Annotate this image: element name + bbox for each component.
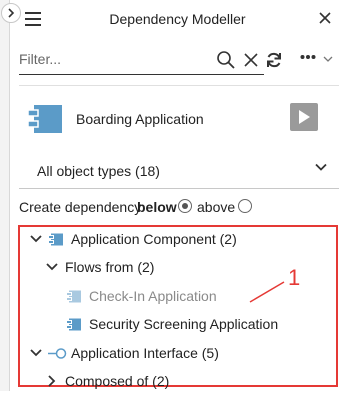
clear-icon[interactable] bbox=[243, 52, 259, 68]
chevron-down-icon[interactable] bbox=[30, 347, 42, 359]
tree-node-label: Security Screening Application bbox=[89, 316, 279, 332]
annotation-line bbox=[249, 281, 285, 303]
object-types-dropdown[interactable]: All object types (18) bbox=[19, 150, 339, 189]
panel-header: Dependency Modeller bbox=[10, 0, 345, 38]
above-radio[interactable] bbox=[238, 199, 252, 213]
application-component-icon bbox=[48, 233, 63, 246]
dependency-modeller-panel: Dependency Modeller Boarding Application… bbox=[10, 0, 345, 391]
create-dependency-row: Create dependency below above bbox=[19, 196, 345, 218]
application-component-icon bbox=[66, 290, 81, 303]
tree-node-label: Application Component (2) bbox=[71, 231, 237, 247]
selected-element: Boarding Application bbox=[10, 100, 345, 140]
element-name: Boarding Application bbox=[76, 111, 204, 127]
play-icon bbox=[299, 110, 310, 124]
application-interface-icon bbox=[48, 348, 67, 359]
chevron-right-icon bbox=[8, 8, 15, 18]
tree-node-label: Application Interface (5) bbox=[71, 345, 219, 361]
annotation-number: 1 bbox=[288, 265, 301, 290]
filter-input[interactable] bbox=[19, 48, 199, 70]
panel-title: Dependency Modeller bbox=[109, 11, 246, 27]
divider bbox=[19, 85, 339, 86]
below-label: below bbox=[137, 199, 177, 215]
refresh-icon[interactable] bbox=[265, 51, 283, 69]
more-options-icon[interactable] bbox=[300, 53, 316, 61]
tree-node-label: Composed of (2) bbox=[65, 373, 170, 389]
chevron-down-icon[interactable] bbox=[30, 233, 42, 245]
search-icon[interactable] bbox=[216, 50, 236, 70]
object-types-value: All object types (18) bbox=[37, 163, 160, 179]
create-dependency-label: Create dependency bbox=[19, 199, 142, 215]
left-sidebar-strip bbox=[0, 0, 10, 391]
above-label: above bbox=[197, 199, 236, 215]
run-button[interactable] bbox=[290, 103, 318, 131]
chevron-down-icon[interactable] bbox=[323, 55, 333, 63]
below-radio[interactable] bbox=[178, 199, 192, 213]
chevron-down-icon bbox=[315, 163, 327, 171]
chevron-right-icon[interactable] bbox=[46, 375, 58, 387]
collapse-panel-button[interactable] bbox=[1, 3, 21, 23]
chevron-down-icon[interactable] bbox=[46, 261, 58, 273]
application-component-icon bbox=[27, 105, 62, 133]
filter-bar bbox=[19, 46, 264, 75]
tree-node-label: Check-In Application bbox=[89, 288, 217, 304]
dependency-tree: Application Component (2) Flows from (2)… bbox=[18, 225, 338, 389]
tree-node-label: Flows from (2) bbox=[65, 259, 155, 275]
application-component-icon bbox=[66, 318, 81, 331]
close-icon[interactable] bbox=[317, 10, 333, 26]
